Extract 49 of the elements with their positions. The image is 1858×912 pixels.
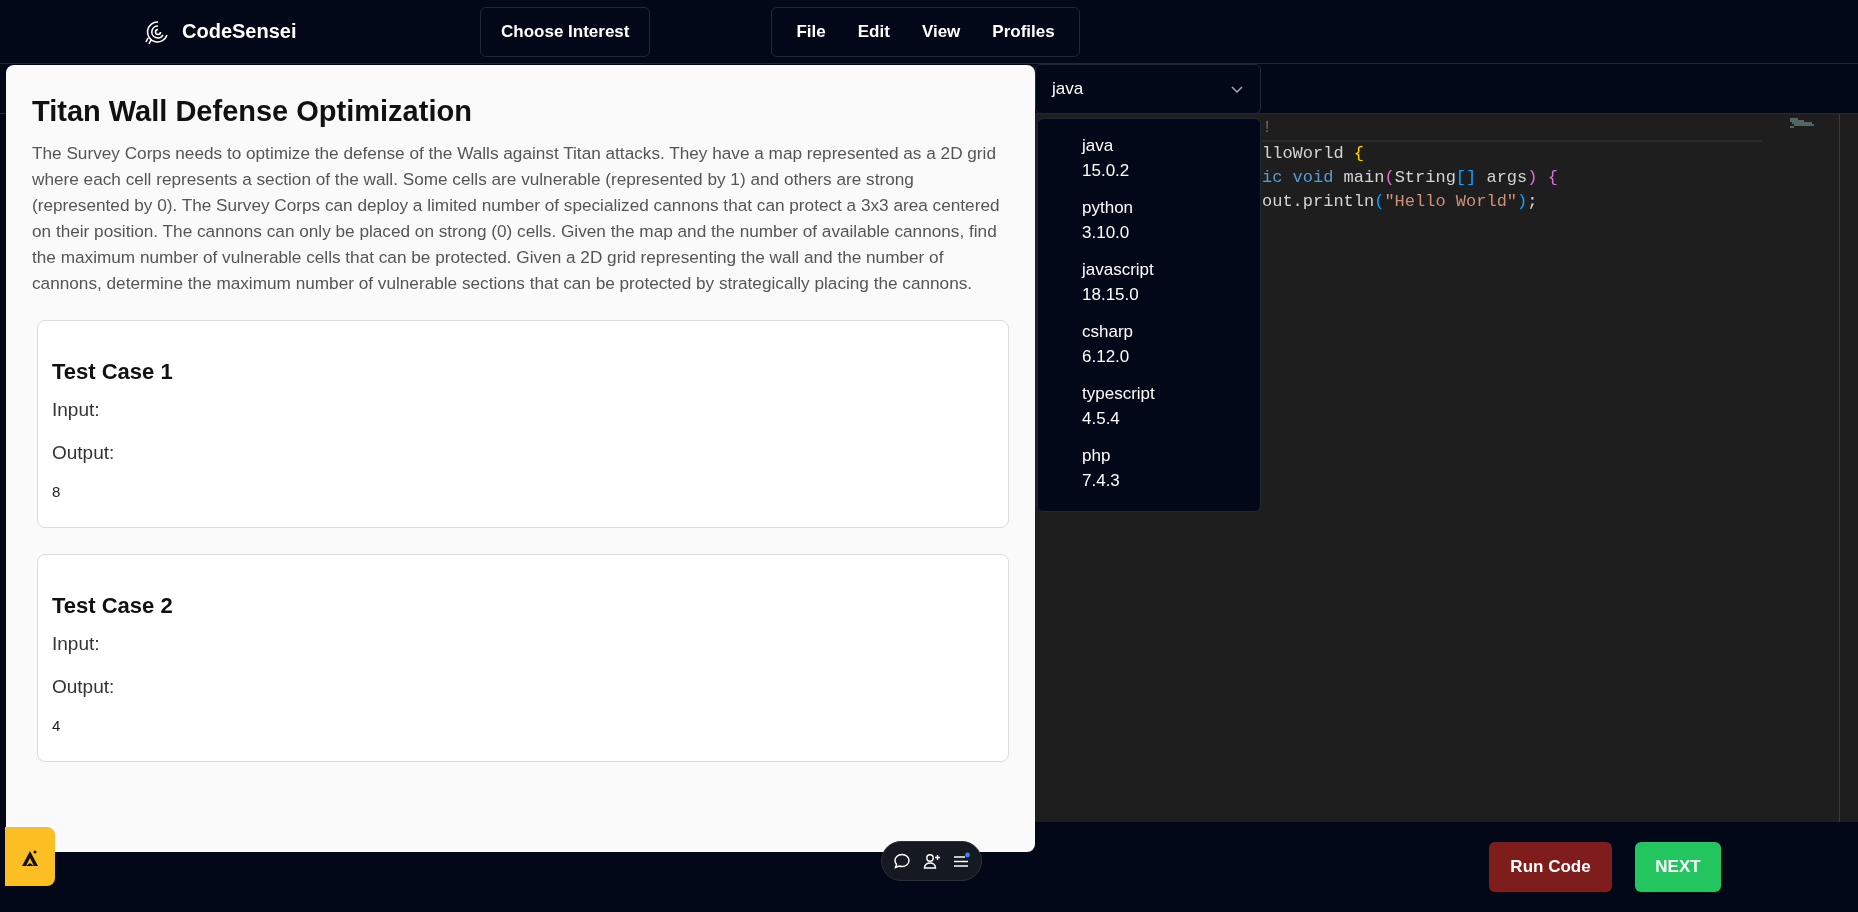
- output-label: Output:: [52, 675, 116, 699]
- language-version: 18.15.0: [1082, 284, 1139, 306]
- language-name: typescript: [1082, 383, 1155, 405]
- language-option[interactable]: typescript 4.5.4: [1038, 377, 1260, 439]
- add-person-button[interactable]: [922, 852, 941, 870]
- output-label: Output:: [52, 441, 116, 465]
- language-option[interactable]: javascript 18.15.0: [1038, 253, 1260, 315]
- choose-interest-button[interactable]: Choose Interest: [480, 6, 651, 57]
- language-version: 7.4.3: [1082, 470, 1120, 492]
- language-select-value: java: [1052, 79, 1084, 99]
- language-name: python: [1082, 197, 1134, 219]
- menu-item[interactable]: Profiles: [980, 13, 1067, 50]
- output-value: 8: [52, 483, 62, 500]
- menu-button[interactable]: [951, 852, 970, 870]
- problem-title: Titan Wall Defense Optimization: [32, 95, 473, 128]
- input-label: Input:: [52, 632, 101, 656]
- input-label: Input:: [52, 398, 101, 422]
- language-option[interactable]: csharp 6.12.0: [1038, 315, 1260, 377]
- brand-name: CodeSensei: [182, 20, 297, 43]
- test-case-title: Test Case 1: [52, 359, 174, 385]
- code-line: ic void main(String[] args) {: [1262, 167, 1559, 189]
- language-option[interactable]: python 3.10.0: [1038, 191, 1260, 253]
- language-version: 3.10.0: [1082, 222, 1130, 244]
- code-line: out.println("Hello World");: [1262, 191, 1539, 213]
- language-version: 6.12.0: [1082, 346, 1130, 368]
- code-line: !: [1262, 116, 1762, 142]
- language-option[interactable]: java 15.0.2: [1038, 129, 1260, 191]
- app-badge-button[interactable]: [5, 827, 55, 886]
- language-name: php: [1082, 445, 1111, 467]
- minimap-drawing: [1790, 118, 1816, 128]
- language-name: java: [1082, 135, 1114, 157]
- language-version: 4.5.4: [1082, 408, 1120, 430]
- language-version: 15.0.2: [1082, 160, 1130, 182]
- chat-button[interactable]: [893, 852, 912, 870]
- menu-item[interactable]: File: [784, 13, 838, 50]
- menu-item[interactable]: Edit: [845, 13, 902, 50]
- chat-icon: [893, 852, 912, 870]
- menu-icon: [951, 852, 970, 870]
- language-select[interactable]: java: [1035, 64, 1261, 114]
- code-line: lloWorld {: [1262, 143, 1366, 165]
- language-option[interactable]: php 7.4.3: [1038, 439, 1260, 501]
- test-case-title: Test Case 2: [52, 593, 174, 619]
- run-code-button[interactable]: Run Code: [1489, 842, 1612, 892]
- language-name: csharp: [1082, 321, 1134, 343]
- language-name: javascript: [1082, 259, 1154, 281]
- menu-item[interactable]: View: [909, 13, 973, 50]
- problem-description: The Survey Corps needs to optimize the defense of the Walls against Titan attacks. They have a map represented as a 2D grid where each cell represents a section of the wall. Some cells are vulnerable (represented by 1) and others are strong (represented by 0). The Survey Corps can deploy a limited number of specialized cannons that can protect a 3x3 area centered on their position. The cannons can only be placed on strong (0) cells. Given the map and the number of available cannons, find the maximum number of vulnerable cells that can be protected. Given a 2D grid representing the wall and the number of cannons, determine the maximum number of vulnerable sections that can be protected by strategically placing the cannons.: [32, 142, 1001, 295]
- add-person-icon: [922, 852, 941, 870]
- output-value: 4: [52, 717, 62, 734]
